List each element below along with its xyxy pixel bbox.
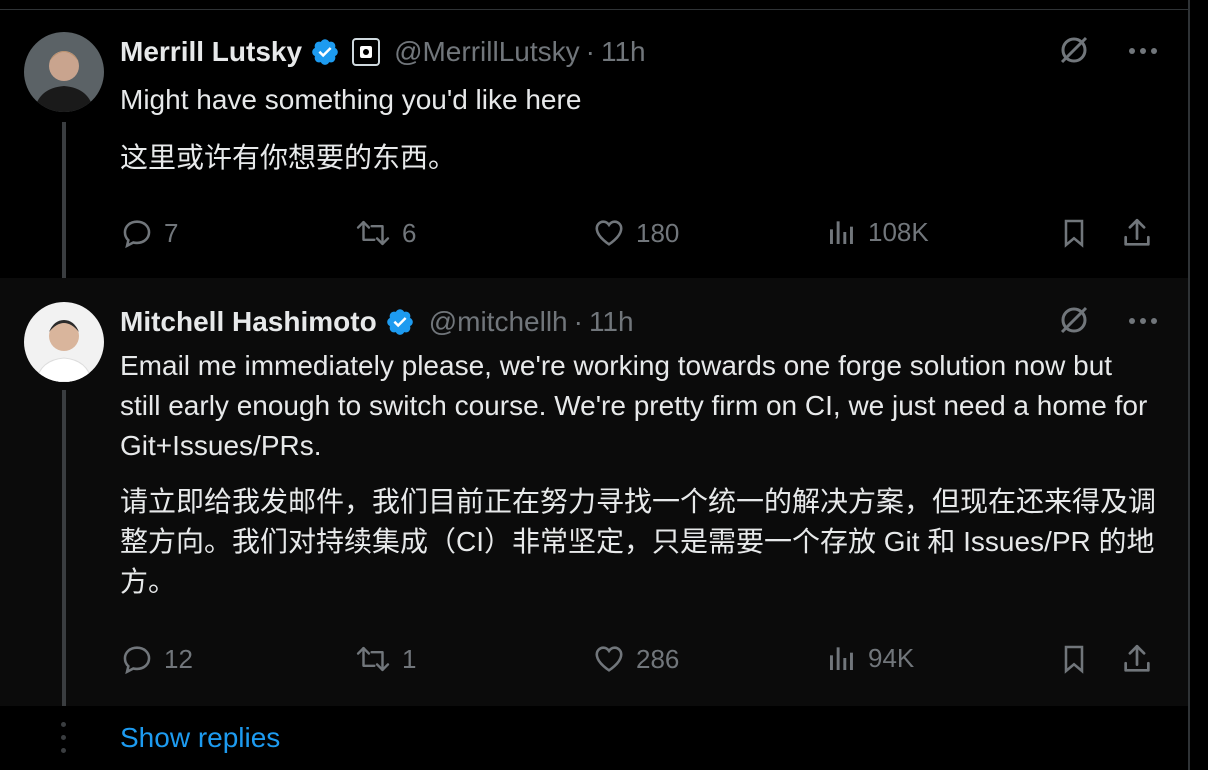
bookmark-button[interactable]: [1058, 216, 1090, 250]
separator: ·: [573, 306, 583, 337]
tweet-mitchell[interactable]: Mitchell Hashimoto @mitchellh · 11h Emai…: [0, 278, 1188, 706]
reply-count: 12: [164, 643, 193, 674]
display-name[interactable]: Mitchell Hashimoto: [120, 306, 377, 338]
reply-count: 7: [164, 217, 179, 248]
share-button[interactable]: [1120, 642, 1154, 676]
tweet-actions: 7 6 180 108K: [120, 216, 1160, 256]
tweet-text-en: Email me immediately please, we're worki…: [120, 350, 1148, 461]
verified-badge-icon: [385, 307, 415, 337]
views-button[interactable]: 94K: [826, 642, 914, 674]
handle[interactable]: @mitchellh: [429, 306, 568, 338]
tweet-header: Merrill Lutsky @MerrillLutsky · 11h: [120, 30, 646, 74]
share-button[interactable]: [1120, 216, 1154, 250]
retweet-button[interactable]: 6: [354, 216, 416, 250]
retweet-count: 1: [402, 643, 417, 674]
verified-badge-icon: [310, 37, 340, 67]
header-actions: [1056, 32, 1158, 72]
bookmark-button[interactable]: [1058, 642, 1090, 676]
like-count: 180: [636, 217, 680, 248]
display-name[interactable]: Merrill Lutsky: [120, 36, 302, 68]
timeline-border: [1188, 0, 1190, 770]
like-count: 286: [636, 643, 680, 674]
tweet-actions: 12 1 286 94K: [120, 642, 1160, 682]
tweet-text-translation: 请立即给我发邮件，我们目前正在努力寻找一个统一的解决方案，但现在还来得及调整方向…: [120, 486, 1157, 597]
avatar[interactable]: [24, 302, 104, 382]
grok-icon[interactable]: [1056, 302, 1092, 343]
reply-button[interactable]: 12: [120, 642, 193, 676]
reply-button[interactable]: 7: [120, 216, 178, 250]
top-divider: [0, 0, 1188, 10]
more-icon[interactable]: [1128, 313, 1158, 331]
retweet-count: 6: [402, 217, 417, 248]
header-actions: [1056, 302, 1158, 342]
thread-continuation-dots: [61, 722, 67, 761]
avatar[interactable]: [24, 32, 104, 112]
handle[interactable]: @MerrillLutsky: [394, 36, 580, 68]
separator: ·: [585, 36, 595, 67]
more-icon[interactable]: [1128, 43, 1158, 61]
tweet-header: Mitchell Hashimoto @mitchellh · 11h: [120, 300, 634, 344]
grok-icon[interactable]: [1056, 32, 1092, 73]
like-button[interactable]: 180: [592, 216, 679, 250]
tweet-text-translation: 这里或许有你想要的东西。: [120, 142, 457, 173]
tweet-text-en: Might have something you'd like here: [120, 84, 582, 115]
thread-line: [62, 122, 66, 278]
show-replies-link[interactable]: Show replies: [120, 722, 280, 754]
timestamp[interactable]: 11h: [601, 36, 646, 68]
views-count: 108K: [868, 216, 929, 247]
like-button[interactable]: 286: [592, 642, 679, 676]
views-button[interactable]: 108K: [826, 216, 929, 248]
views-count: 94K: [868, 642, 915, 673]
affiliate-badge-icon[interactable]: [352, 38, 381, 66]
thread-line: [62, 390, 66, 706]
timestamp[interactable]: 11h: [589, 306, 634, 338]
tweet-merrill[interactable]: Merrill Lutsky @MerrillLutsky · 11h Migh…: [0, 10, 1188, 278]
retweet-button[interactable]: 1: [354, 642, 416, 676]
